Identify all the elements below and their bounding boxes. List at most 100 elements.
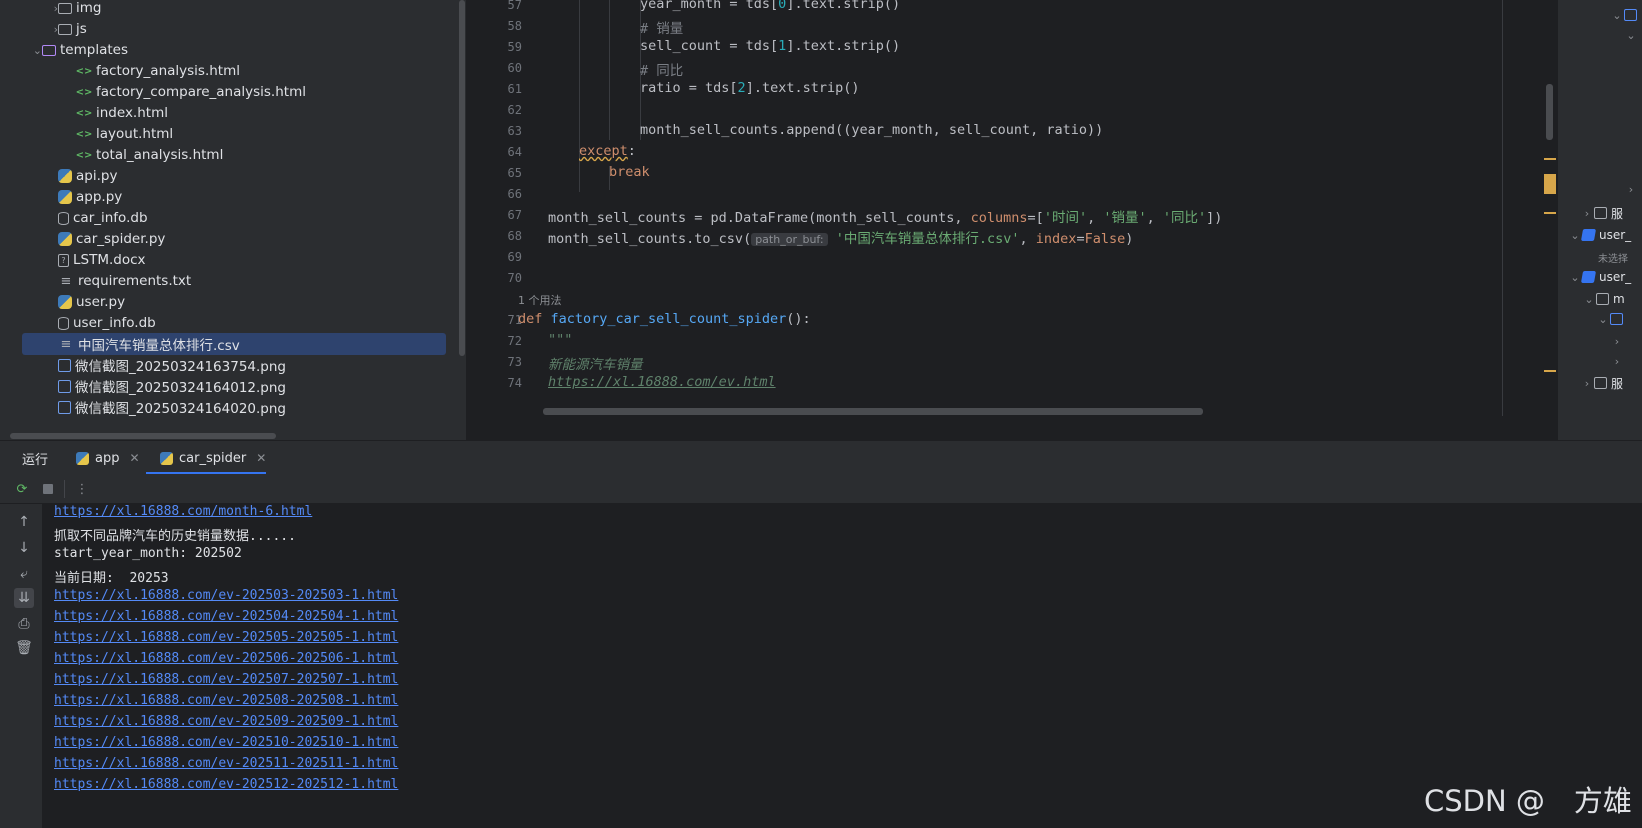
tree-item[interactable]: car_spider.py bbox=[22, 228, 446, 250]
console-link[interactable]: https://xl.16888.com/ev-202507-202507-1.… bbox=[54, 672, 398, 687]
image-file-icon bbox=[58, 379, 71, 393]
tree-item[interactable]: user.py bbox=[22, 291, 446, 313]
tree-item[interactable]: › js bbox=[22, 18, 446, 40]
console-link[interactable]: https://xl.16888.com/ev-202503-202503-1.… bbox=[54, 588, 398, 603]
tab-app[interactable]: app ✕ bbox=[76, 441, 140, 475]
tree-item[interactable]: ⌄ templates bbox=[22, 39, 446, 61]
code-line-74[interactable]: https://xl.16888.com/ev.html bbox=[548, 374, 776, 390]
csdn-watermark: CSDN @ 方雄 bbox=[1424, 784, 1632, 818]
close-icon[interactable]: ✕ bbox=[129, 451, 139, 465]
chevron-down-icon[interactable]: ⌄ bbox=[1624, 29, 1638, 42]
chevron-right-icon[interactable]: › bbox=[1610, 355, 1624, 368]
tree-item[interactable]: 微信截图_20250324163754.png bbox=[22, 354, 446, 376]
db-tree-row[interactable]: ⌄ user_ bbox=[1568, 224, 1631, 246]
code-line-58: # 销量 bbox=[640, 21, 684, 37]
tree-item[interactable]: <> factory_compare_analysis.html bbox=[22, 81, 446, 103]
database-panel: ⌄ ⌄ › › 服 ⌄ user_ 未选择 ⌄ user_ ⌄ m ⌄ › › › 服 bbox=[1558, 0, 1642, 440]
tree-item[interactable]: app.py bbox=[22, 186, 446, 208]
close-icon[interactable]: ✕ bbox=[256, 451, 266, 465]
line-number: 67 bbox=[507, 208, 522, 222]
tree-item[interactable]: car_info.db bbox=[22, 207, 446, 229]
chevron-down-icon[interactable]: ⌄ bbox=[1596, 313, 1610, 326]
print-icon[interactable]: ⎙ bbox=[14, 614, 34, 634]
db-tree-row[interactable]: ⌄ m bbox=[1582, 288, 1624, 310]
arrow-down-icon[interactable]: ↓ bbox=[14, 538, 34, 558]
db-tree-row[interactable]: › bbox=[1610, 350, 1624, 372]
tab-car-spider[interactable]: car_spider ✕ bbox=[160, 441, 266, 475]
more-options-icon[interactable]: ⋮ bbox=[74, 481, 90, 497]
warning-marker[interactable] bbox=[1544, 212, 1556, 214]
run-panel-title: 运行 bbox=[22, 452, 49, 468]
chevron-down-icon[interactable]: ⌄ bbox=[1610, 9, 1624, 22]
scrollbar-thumb[interactable] bbox=[459, 0, 465, 356]
warning-marker[interactable] bbox=[1544, 370, 1556, 372]
chevron-right-icon[interactable]: › bbox=[1624, 183, 1638, 196]
chevron-down-icon[interactable]: ⌄ bbox=[1568, 229, 1582, 242]
db-tree-row[interactable]: ⌄ bbox=[1624, 24, 1638, 46]
chevron-down-icon[interactable]: ⌄ bbox=[1568, 271, 1582, 284]
console-link[interactable]: https://xl.16888.com/ev-202504-202504-1.… bbox=[54, 609, 398, 624]
tree-item[interactable]: › img bbox=[22, 0, 446, 19]
db-tree-row[interactable]: ⌄ user_ bbox=[1568, 266, 1631, 288]
console-link[interactable]: https://xl.16888.com/ev-202506-202506-1.… bbox=[54, 651, 398, 666]
tree-item[interactable]: api.py bbox=[22, 165, 446, 187]
python-file-icon bbox=[58, 232, 72, 246]
console-link[interactable]: https://xl.16888.com/ev-202510-202510-1.… bbox=[54, 735, 398, 750]
tree-item[interactable]: ≡ 中国汽车销量总体排行.csv bbox=[22, 333, 446, 355]
editor-vertical-scrollbar[interactable] bbox=[1546, 84, 1553, 140]
code-line-68: month_sell_counts.to_csv(path_or_buf: '中… bbox=[548, 231, 1134, 247]
chevron-down-icon[interactable]: ⌄ bbox=[33, 44, 42, 57]
tree-item[interactable]: <> total_analysis.html bbox=[22, 144, 446, 166]
code-line-59: sell_count = tds[1].text.strip() bbox=[640, 38, 901, 54]
db-tree-label: 服 bbox=[1611, 206, 1624, 221]
chevron-right-icon[interactable]: › bbox=[1610, 335, 1624, 348]
chevron-down-icon[interactable]: ⌄ bbox=[1582, 293, 1596, 306]
usage-count-hint[interactable]: 1 个用法 bbox=[518, 292, 562, 308]
warning-marker[interactable] bbox=[1544, 158, 1556, 160]
tree-item-label: LSTM.docx bbox=[73, 252, 146, 268]
chevron-right-icon[interactable]: › bbox=[1580, 207, 1594, 220]
server-icon bbox=[1594, 377, 1607, 389]
stop-icon[interactable] bbox=[40, 481, 56, 497]
db-tree-row[interactable]: › 服 bbox=[1580, 372, 1623, 394]
tree-item[interactable]: 微信截图_20250324164012.png bbox=[22, 375, 446, 397]
db-tree-row[interactable]: › bbox=[1624, 178, 1638, 200]
db-tree-row[interactable]: › bbox=[1610, 330, 1624, 352]
db-tree-row[interactable]: ⌄ bbox=[1596, 308, 1627, 330]
console-link[interactable]: https://xl.16888.com/ev-202505-202505-1.… bbox=[54, 630, 398, 645]
unknown-file-icon: ? bbox=[58, 253, 69, 267]
tree-item[interactable]: user_info.db bbox=[22, 312, 446, 334]
warning-marker[interactable] bbox=[1544, 174, 1556, 194]
db-tree-row[interactable]: › 服 bbox=[1580, 202, 1623, 224]
db-tree-row[interactable]: ⌄ bbox=[1610, 4, 1641, 26]
line-number: 60 bbox=[507, 61, 522, 75]
code-line-71: def factory_car_sell_count_spider(): bbox=[518, 311, 811, 327]
tree-item[interactable]: <> index.html bbox=[22, 102, 446, 124]
tree-item[interactable]: ≡ requirements.txt bbox=[22, 270, 446, 292]
project-vertical-scrollbar[interactable] bbox=[458, 0, 466, 440]
console-link[interactable]: https://xl.16888.com/month-6.html bbox=[54, 504, 312, 519]
run-toolbar: ⟳ ⋮ bbox=[0, 474, 1642, 504]
console-output[interactable]: https://xl.16888.com/month-6.html 抓取不同品牌汽… bbox=[42, 504, 1642, 828]
tree-item-label: user_info.db bbox=[73, 315, 156, 331]
line-number: 58 bbox=[507, 19, 522, 33]
console-link[interactable]: https://xl.16888.com/ev-202512-202512-1.… bbox=[54, 777, 398, 792]
code-editor[interactable]: 57 58 59 60 61 62 63 64 65 66 67 68 69 70 71 72 73 74 yea… bbox=[466, 0, 1558, 440]
trash-icon[interactable]: 🗑 bbox=[14, 638, 34, 658]
tree-item[interactable]: <> factory_analysis.html bbox=[22, 60, 446, 82]
tree-item[interactable]: <> layout.html bbox=[22, 123, 446, 145]
tree-item[interactable]: 微信截图_20250324164020.png bbox=[22, 396, 446, 418]
arrow-up-icon[interactable]: ↑ bbox=[14, 512, 34, 532]
chevron-right-icon[interactable]: › bbox=[1580, 377, 1594, 390]
editor-horizontal-scrollbar[interactable] bbox=[543, 408, 1203, 415]
rerun-icon[interactable]: ⟳ bbox=[14, 481, 30, 497]
tree-item[interactable]: ? LSTM.docx bbox=[22, 249, 446, 271]
project-horizontal-scrollbar[interactable] bbox=[10, 433, 276, 439]
console-link[interactable]: https://xl.16888.com/ev-202509-202509-1.… bbox=[54, 714, 398, 729]
soft-wrap-icon[interactable]: ⤶ bbox=[14, 564, 34, 584]
scroll-to-end-icon[interactable]: ⇊ bbox=[14, 588, 34, 608]
console-link[interactable]: https://xl.16888.com/ev-202508-202508-1.… bbox=[54, 693, 398, 708]
db-tree-label: 服 bbox=[1611, 376, 1624, 391]
console-link[interactable]: https://xl.16888.com/ev-202511-202511-1.… bbox=[54, 756, 398, 771]
right-margin-guide bbox=[1502, 0, 1503, 416]
